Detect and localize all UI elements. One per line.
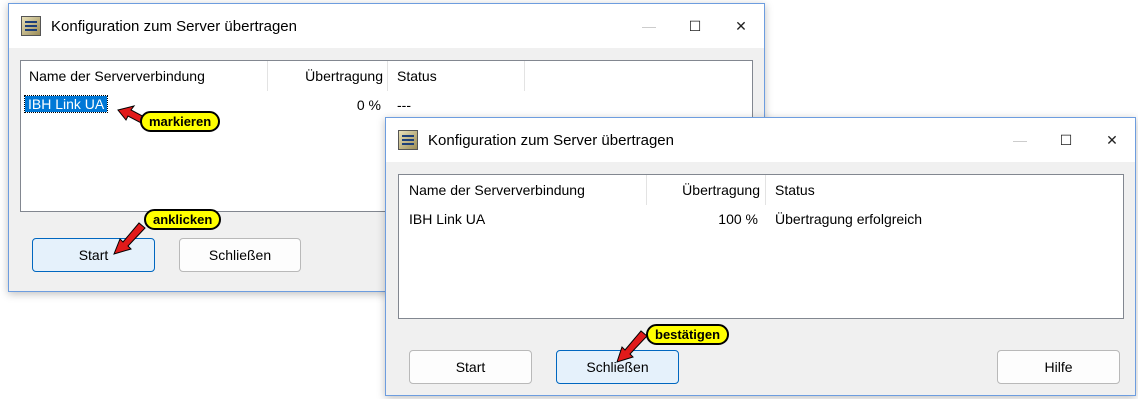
annotation-arrows — [113, 105, 648, 363]
arrow-to-close-button — [616, 330, 648, 363]
callout-bestaetigen: bestätigen — [646, 324, 730, 345]
arrow-to-start-button — [113, 222, 146, 255]
callout-markieren: markieren — [140, 111, 221, 132]
callout-anklicken: anklicken — [144, 209, 222, 230]
